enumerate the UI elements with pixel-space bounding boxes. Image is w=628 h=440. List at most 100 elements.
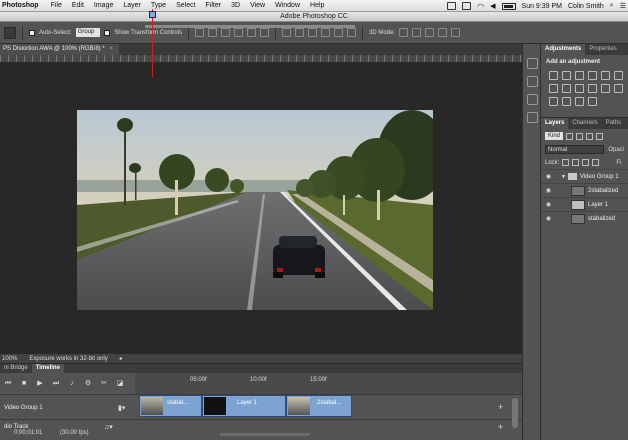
character-icon[interactable] <box>527 94 538 105</box>
align-vcenter-icon[interactable] <box>208 28 218 37</box>
layer-row[interactable]: ◉ stabalized <box>541 211 628 225</box>
visibility-eye-icon[interactable]: ◉ <box>544 187 553 194</box>
menu-window[interactable]: Window <box>270 2 305 9</box>
close-tab-icon[interactable]: × <box>109 46 113 52</box>
selective-color-icon[interactable] <box>588 97 597 106</box>
horizontal-ruler[interactable] <box>0 55 522 63</box>
layer-row[interactable]: ◉ ▼ Video Group 1 <box>541 169 628 183</box>
paragraph-icon[interactable] <box>527 112 538 123</box>
layer-row[interactable]: ◉ 2stabalized <box>541 183 628 197</box>
lock-position-icon[interactable] <box>582 159 590 166</box>
move-tool-icon[interactable] <box>4 26 16 39</box>
status-menu-arrow-icon[interactable]: ▸ <box>120 355 123 362</box>
distribute-bottom-icon[interactable] <box>308 28 318 37</box>
brightness-contrast-icon[interactable] <box>549 71 558 80</box>
dropbox-icon[interactable] <box>462 2 472 10</box>
3d-slide-icon[interactable] <box>438 28 448 37</box>
history-icon[interactable] <box>527 58 538 69</box>
menu-select[interactable]: Select <box>171 2 200 9</box>
gradient-map-icon[interactable] <box>575 97 584 106</box>
go-to-first-frame-icon[interactable]: ⏮ <box>4 380 12 388</box>
disclosure-triangle-icon[interactable]: ▼ <box>561 174 566 180</box>
tab-adjustments[interactable]: Adjustments <box>541 44 586 55</box>
menu-type[interactable]: Type <box>146 2 171 9</box>
tab-channels[interactable]: Channels <box>568 118 601 129</box>
spotlight-icon[interactable]: ⌕ <box>610 2 614 10</box>
distribute-left-icon[interactable] <box>321 28 331 37</box>
3d-rotate-icon[interactable] <box>399 28 409 37</box>
visibility-eye-icon[interactable]: ◉ <box>544 215 553 222</box>
photo-filter-icon[interactable] <box>575 84 584 93</box>
filter-shape-icon[interactable] <box>596 132 604 140</box>
tab-properties[interactable]: Properties <box>585 44 620 55</box>
filter-adjustment-icon[interactable] <box>576 132 584 140</box>
menu-3d[interactable]: 3D <box>226 2 245 9</box>
track-menu-icon[interactable]: ▮▾ <box>118 404 125 412</box>
mail-icon[interactable] <box>447 2 457 10</box>
color-lookup-icon[interactable] <box>601 84 610 93</box>
distribute-vcenter-icon[interactable] <box>295 28 305 37</box>
menubar-user[interactable]: Colin Smith <box>568 3 604 10</box>
document-tab[interactable]: PS Distortion AWA @ 100% (RGB/8) * × <box>0 44 119 55</box>
visibility-eye-icon[interactable]: ◉ <box>544 173 553 180</box>
timeline-scrollbar[interactable] <box>512 398 518 428</box>
align-hcenter-icon[interactable] <box>247 28 257 37</box>
invert-icon[interactable] <box>614 84 623 93</box>
video-clip[interactable]: 2stabal... <box>286 395 352 417</box>
document-image[interactable] <box>77 110 433 310</box>
channel-mixer-icon[interactable] <box>588 84 597 93</box>
audio-track-icon[interactable]: ♫▾ <box>104 423 113 431</box>
time-ruler[interactable]: 05:00f 10:00f 15:00f <box>135 373 522 395</box>
menubar-clock[interactable]: Sun 9:39 PM <box>522 3 562 10</box>
add-audio-icon[interactable]: + <box>498 422 503 432</box>
align-top-icon[interactable] <box>195 28 205 37</box>
3d-scale-icon[interactable] <box>451 28 461 37</box>
go-to-last-frame-icon[interactable]: ⏭ <box>52 380 60 388</box>
playhead-handle[interactable] <box>149 11 156 18</box>
blend-mode-dropdown[interactable]: Normal <box>545 145 605 154</box>
posterize-icon[interactable] <box>549 97 558 106</box>
3d-roll-icon[interactable] <box>412 28 422 37</box>
audio-icon[interactable]: ♪ <box>68 380 76 388</box>
menu-help[interactable]: Help <box>305 2 329 9</box>
show-transform-checkbox[interactable] <box>104 29 111 36</box>
menu-filter[interactable]: Filter <box>201 2 227 9</box>
tab-mini-bridge[interactable]: ni Bridge <box>0 364 32 373</box>
distribute-top-icon[interactable] <box>282 28 292 37</box>
menu-edit[interactable]: Edit <box>67 2 89 9</box>
filter-pixel-icon[interactable] <box>566 132 574 140</box>
lock-image-icon[interactable] <box>572 159 580 166</box>
tab-layers[interactable]: Layers <box>541 118 569 129</box>
notification-center-icon[interactable]: ☰ <box>620 2 626 10</box>
play-icon[interactable]: ▶ <box>36 380 44 388</box>
layer-row[interactable]: ◉ Layer 1 <box>541 197 628 211</box>
menu-layer[interactable]: Layer <box>118 2 146 9</box>
video-clip[interactable]: stabal... <box>139 395 202 417</box>
split-icon[interactable]: ✂ <box>100 380 108 388</box>
align-right-icon[interactable] <box>260 28 270 37</box>
vibrance-icon[interactable] <box>601 71 610 80</box>
align-bottom-icon[interactable] <box>221 28 231 37</box>
settings-gear-icon[interactable]: ⚙ <box>84 380 92 388</box>
lock-all-icon[interactable] <box>592 159 600 166</box>
distribute-hcenter-icon[interactable] <box>334 28 344 37</box>
transition-icon[interactable]: ◪ <box>116 380 124 388</box>
hue-saturation-icon[interactable] <box>614 71 623 80</box>
filter-kind-dropdown[interactable]: Kind <box>545 132 564 140</box>
menu-view[interactable]: View <box>245 2 270 9</box>
auto-select-dropdown[interactable]: Group <box>75 28 101 37</box>
curves-icon[interactable] <box>575 71 584 80</box>
volume-icon[interactable]: ◀ <box>490 2 495 10</box>
black-white-icon[interactable] <box>562 84 571 93</box>
stop-icon[interactable]: ■ <box>20 380 28 388</box>
menu-file[interactable]: File <box>46 2 67 9</box>
filter-type-icon[interactable] <box>586 132 594 140</box>
lock-transparent-icon[interactable] <box>562 159 570 166</box>
color-balance-icon[interactable] <box>549 84 558 93</box>
levels-icon[interactable] <box>562 71 571 80</box>
menu-image[interactable]: Image <box>89 2 118 9</box>
align-left-icon[interactable] <box>234 28 244 37</box>
exposure-icon[interactable] <box>588 71 597 80</box>
tab-paths[interactable]: Paths <box>602 118 625 129</box>
timeline-zoom-slider[interactable] <box>220 433 310 436</box>
